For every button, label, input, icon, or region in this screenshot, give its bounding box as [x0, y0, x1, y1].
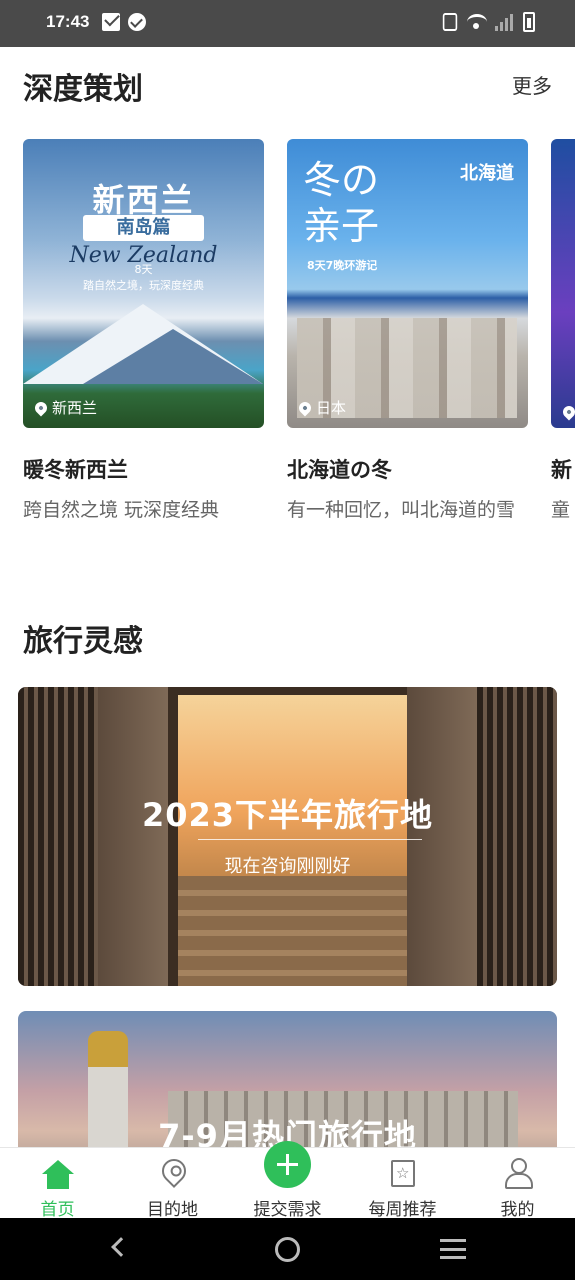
mountain-graphic: [83, 329, 263, 384]
card-image: [551, 139, 575, 428]
nav-item-profile[interactable]: 我的: [460, 1148, 575, 1220]
card-location: [560, 403, 575, 421]
banner-steps-graphic: [178, 876, 438, 986]
check-notification-icon: [128, 13, 146, 31]
status-icons: [441, 12, 535, 32]
nav-label: 我的: [500, 1200, 535, 1220]
card-image-tag: 北海道: [460, 163, 514, 184]
pillar-graphic-left: [98, 687, 168, 986]
section-title-inspiration: 旅行灵感: [23, 624, 143, 659]
card-description: 有一种回忆，叫北海道的雪: [287, 499, 516, 521]
battery-icon: [523, 12, 535, 32]
nav-label: 每周推荐: [368, 1200, 437, 1220]
card-location-label: 日本: [316, 399, 347, 417]
banner-title: 2023下半年旅行地: [141, 796, 434, 834]
card-image: 新西兰 南岛篇 New Zealand 8天 踏自然之境，玩深度经典 新西兰: [23, 139, 264, 428]
location-pin-icon: [32, 399, 50, 416]
gate-graphic-left: [18, 687, 98, 986]
star-icon: [391, 1160, 415, 1187]
card-description: 童: [551, 499, 571, 521]
location-pin-icon: [560, 403, 575, 421]
card-image-badge: 南岛篇: [83, 215, 204, 241]
nav-label: 首页: [40, 1200, 75, 1220]
wifi-icon: [467, 14, 487, 30]
bottom-navigation: 首页 目的地 提交需求 每周推荐 我的: [0, 1141, 575, 1220]
location-pin-icon: [296, 399, 314, 416]
mail-notification-icon: [102, 13, 120, 31]
featured-cards-carousel[interactable]: 新西兰 南岛篇 New Zealand 8天 踏自然之境，玩深度经典 新西兰 暖…: [0, 139, 575, 559]
card-image-line1: 8天: [134, 263, 153, 276]
more-link[interactable]: 更多: [512, 70, 552, 99]
home-icon: [42, 1160, 74, 1190]
card-image: 冬の 亲子 北海道 8天7晚环游记 日本: [287, 139, 528, 428]
nav-item-submit-request[interactable]: 提交需求: [230, 1141, 345, 1220]
location-icon: [157, 1154, 191, 1188]
gate-graphic-right: [477, 687, 557, 986]
home-circle-icon[interactable]: [275, 1237, 300, 1262]
pillar-graphic-right: [407, 687, 477, 986]
banner-subtitle: 现在咨询刚刚好: [224, 856, 351, 877]
featured-card[interactable]: 新西兰 南岛篇 New Zealand 8天 踏自然之境，玩深度经典 新西兰 暖…: [23, 139, 264, 525]
section-title-featured: 深度策划: [23, 72, 143, 107]
menu-icon[interactable]: [440, 1239, 466, 1259]
card-title: 北海道の冬: [287, 458, 392, 482]
banner-divider: [198, 839, 422, 840]
nav-item-weekly-picks[interactable]: 每周推荐: [345, 1148, 460, 1220]
card-image-subtitle: 8天7晚环游记: [307, 259, 378, 272]
card-image-title: 冬の 亲子: [303, 158, 380, 248]
card-location: 新西兰: [32, 397, 98, 418]
system-navigation-bar: [0, 1218, 575, 1280]
card-location: 日本: [296, 397, 347, 418]
status-time: 17:43: [46, 12, 90, 31]
plus-icon[interactable]: [264, 1141, 311, 1188]
status-bar: 17:43: [0, 0, 575, 47]
user-icon: [504, 1158, 533, 1189]
nav-label: 提交需求: [253, 1200, 322, 1220]
vibrate-icon: [442, 13, 458, 31]
card-title: 暖冬新西兰: [23, 458, 128, 482]
card-description: 跨自然之境 玩深度经典: [23, 499, 220, 521]
nav-item-home[interactable]: 首页: [0, 1148, 115, 1220]
card-image-line2: 踏自然之境，玩深度经典: [83, 279, 204, 292]
signal-icon: [495, 13, 515, 31]
nav-label: 目的地: [147, 1200, 198, 1220]
card-location-label: 新西兰: [52, 399, 98, 417]
featured-card[interactable]: 新 童: [551, 139, 575, 525]
back-icon[interactable]: [111, 1237, 131, 1257]
inspiration-banner[interactable]: 2023下半年旅行地 现在咨询刚刚好: [18, 687, 557, 986]
featured-card[interactable]: 冬の 亲子 北海道 8天7晚环游记 日本 北海道の冬 有一种回忆，叫北海道的雪: [287, 139, 528, 525]
card-title: 新: [551, 458, 572, 482]
nav-item-destinations[interactable]: 目的地: [115, 1148, 230, 1220]
